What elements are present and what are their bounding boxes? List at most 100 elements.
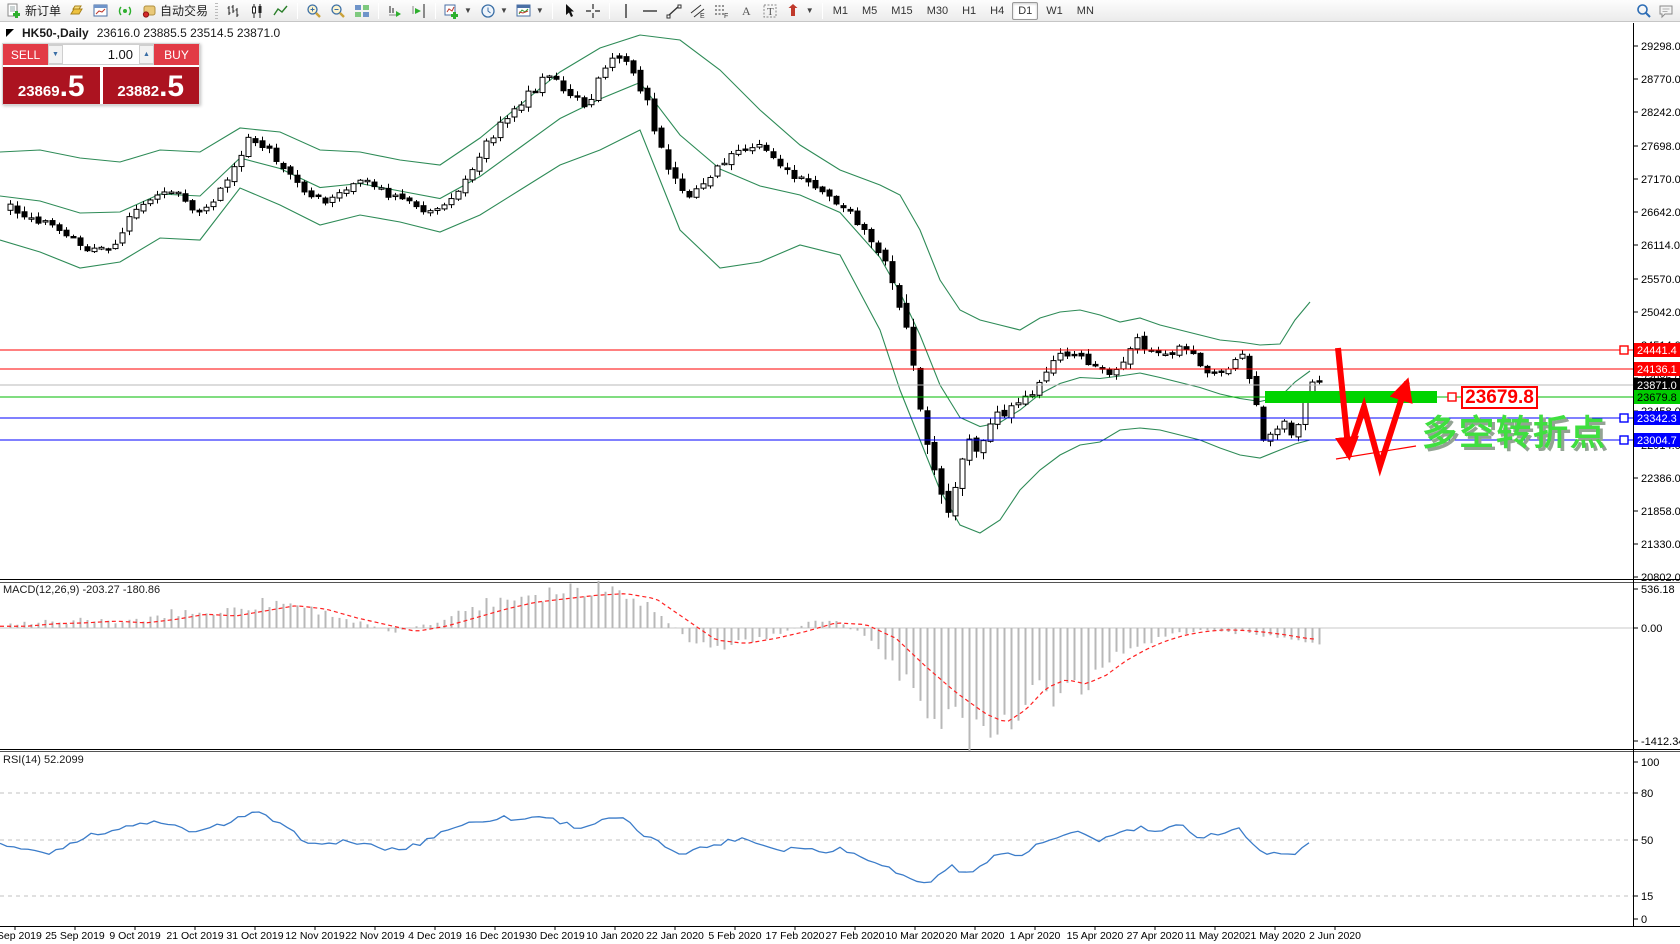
svg-text:80: 80 [1641,788,1653,800]
svg-text:26114.0: 26114.0 [1641,240,1680,252]
svg-text:9 Oct 2019: 9 Oct 2019 [109,930,161,942]
svg-text:50: 50 [1641,835,1653,847]
volume-increase-button[interactable]: ▲ [139,45,154,64]
cursor-tool-button[interactable] [557,1,581,21]
new-order-button[interactable]: 新订单 [2,1,65,21]
signals-button[interactable] [113,1,137,21]
svg-text:2 Jun 2020: 2 Jun 2020 [1309,930,1361,942]
trendline-tool-button[interactable] [662,1,686,21]
buy-button[interactable]: BUY [154,44,199,65]
svg-text:28770.0: 28770.0 [1641,74,1680,86]
price-axis[interactable]: 29298.0 28770.0 28242.0 27698.0 27170.0 26642… [1633,41,1680,584]
macd-indicator-label: MACD(12,26,9) -203.27 -180.86 [3,584,161,596]
chart-header: HK50-,Daily 23616.0 23885.5 23514.5 2387… [6,26,280,40]
svg-text:22 Jan 2020: 22 Jan 2020 [646,930,704,942]
auto-scroll-button[interactable] [383,1,407,21]
svg-text:21858.0: 21858.0 [1641,506,1680,518]
chart-shift-icon [412,3,425,18]
svg-text:10 Jan 2020: 10 Jan 2020 [586,930,644,942]
candlestick-mode-button[interactable] [245,1,269,21]
svg-text:4 Dec 2019: 4 Dec 2019 [408,930,462,942]
timeframe-button-W1[interactable]: W1 [1040,2,1069,20]
timeframe-button-H1[interactable]: H1 [956,2,982,20]
timeframe-button-D1[interactable]: D1 [1012,1,1039,20]
horizontal-line-tool-button[interactable] [638,1,662,21]
svg-text:A: A [742,4,751,18]
volume-input[interactable] [63,45,139,64]
svg-text:27698.0: 27698.0 [1641,141,1680,153]
periods-button[interactable]: ▼ [476,1,512,21]
svg-text:24136.1: 24136.1 [1637,364,1677,376]
svg-text:24441.4: 24441.4 [1637,345,1677,357]
gold-symbol-button[interactable] [65,1,89,21]
line-handle [1619,435,1629,445]
fibonacci-tool-button[interactable]: F [710,1,734,21]
toolbar-separator [435,2,437,19]
timeframe-button-H4[interactable]: H4 [984,2,1010,20]
chart-shift-button[interactable] [407,1,431,21]
sell-price-tile[interactable]: 23869.5 [3,67,100,104]
auto-scroll-icon [389,5,402,17]
rsi-line [0,811,1310,884]
svg-text:11 May 2020: 11 May 2020 [1185,930,1245,942]
text-tool-button[interactable]: A [734,1,758,21]
line-handle [1619,413,1629,423]
dropdown-caret-icon: ▼ [464,6,472,15]
toolbar-separator [608,2,610,19]
svg-text:15 Apr 2020: 15 Apr 2020 [1067,930,1124,942]
clock-icon [481,3,495,18]
ohlc-values: 23616.0 23885.5 23514.5 23871.0 [96,26,281,40]
toolbar-separator [821,2,823,19]
svg-text:21330.0: 21330.0 [1641,539,1680,551]
svg-text:E: E [700,13,705,19]
tile-windows-icon [355,4,370,17]
vertical-line-tool-button[interactable] [614,1,638,21]
channel-icon: E [690,4,705,19]
svg-text:15: 15 [1641,891,1653,903]
buy-price-tile[interactable]: 23882.5 [102,67,199,104]
buy-price-main: 23882 [117,83,160,100]
market-watch-button[interactable] [89,1,113,21]
template-icon [516,4,531,16]
timeframe-button-M1[interactable]: M1 [827,2,854,20]
tile-windows-button[interactable] [350,1,374,21]
timeframe-button-M15[interactable]: M15 [885,2,918,20]
new-order-label: 新订单 [25,4,62,18]
search-icon[interactable] [1636,3,1652,19]
sell-price-frac: .5 [59,70,85,103]
svg-text:21 May 2020: 21 May 2020 [1245,930,1306,942]
bar-chart-icon [227,4,239,17]
toolbar-separator [378,2,380,19]
svg-text:12 Nov 2019: 12 Nov 2019 [285,930,345,942]
time-axis[interactable]: 3 Sep 201925 Sep 2019 9 Oct 2019 21 Oct 20… [0,927,1361,942]
support-band [1265,391,1437,403]
templates-button[interactable]: ▼ [512,1,548,21]
timeframe-button-M5[interactable]: M5 [856,2,883,20]
sell-button[interactable]: SELL [3,44,48,65]
text-label-tool-button[interactable]: T [758,1,782,21]
macd-window: 536.18 0.00 -1412.34 [0,580,1680,751]
timeframe-button-MN[interactable]: MN [1071,2,1100,20]
chat-icon[interactable] [1658,3,1674,19]
arrow-objects-icon [788,3,798,16]
svg-text:25 Sep 2019: 25 Sep 2019 [45,930,105,942]
volume-decrease-button[interactable]: ▼ [48,45,63,64]
price-level-callout[interactable]: 23679.8 [1461,386,1538,409]
autotrading-button[interactable]: 自动交易 [137,1,212,21]
svg-text:16 Dec 2019: 16 Dec 2019 [465,930,525,942]
macd-signal-line [0,593,1317,722]
crosshair-tool-button[interactable] [581,1,605,21]
svg-text:30 Dec 2019: 30 Dec 2019 [525,930,585,942]
symbol-period-label: HK50-,Daily [22,26,89,40]
zoom-in-button[interactable] [302,1,326,21]
indicators-button[interactable]: ▼ [440,1,476,21]
arrows-tool-button[interactable]: ▼ [782,1,818,21]
timeframe-button-M30[interactable]: M30 [921,2,954,20]
bar-chart-mode-button[interactable] [221,1,245,21]
line-chart-mode-button[interactable] [269,1,293,21]
equidistant-channel-tool-button[interactable]: E [686,1,710,21]
bull-bear-turning-point-note[interactable]: 多空转折点 [1422,405,1607,456]
cursor-icon [565,3,574,17]
svg-text:27170.0: 27170.0 [1641,174,1680,186]
zoom-out-button[interactable] [326,1,350,21]
